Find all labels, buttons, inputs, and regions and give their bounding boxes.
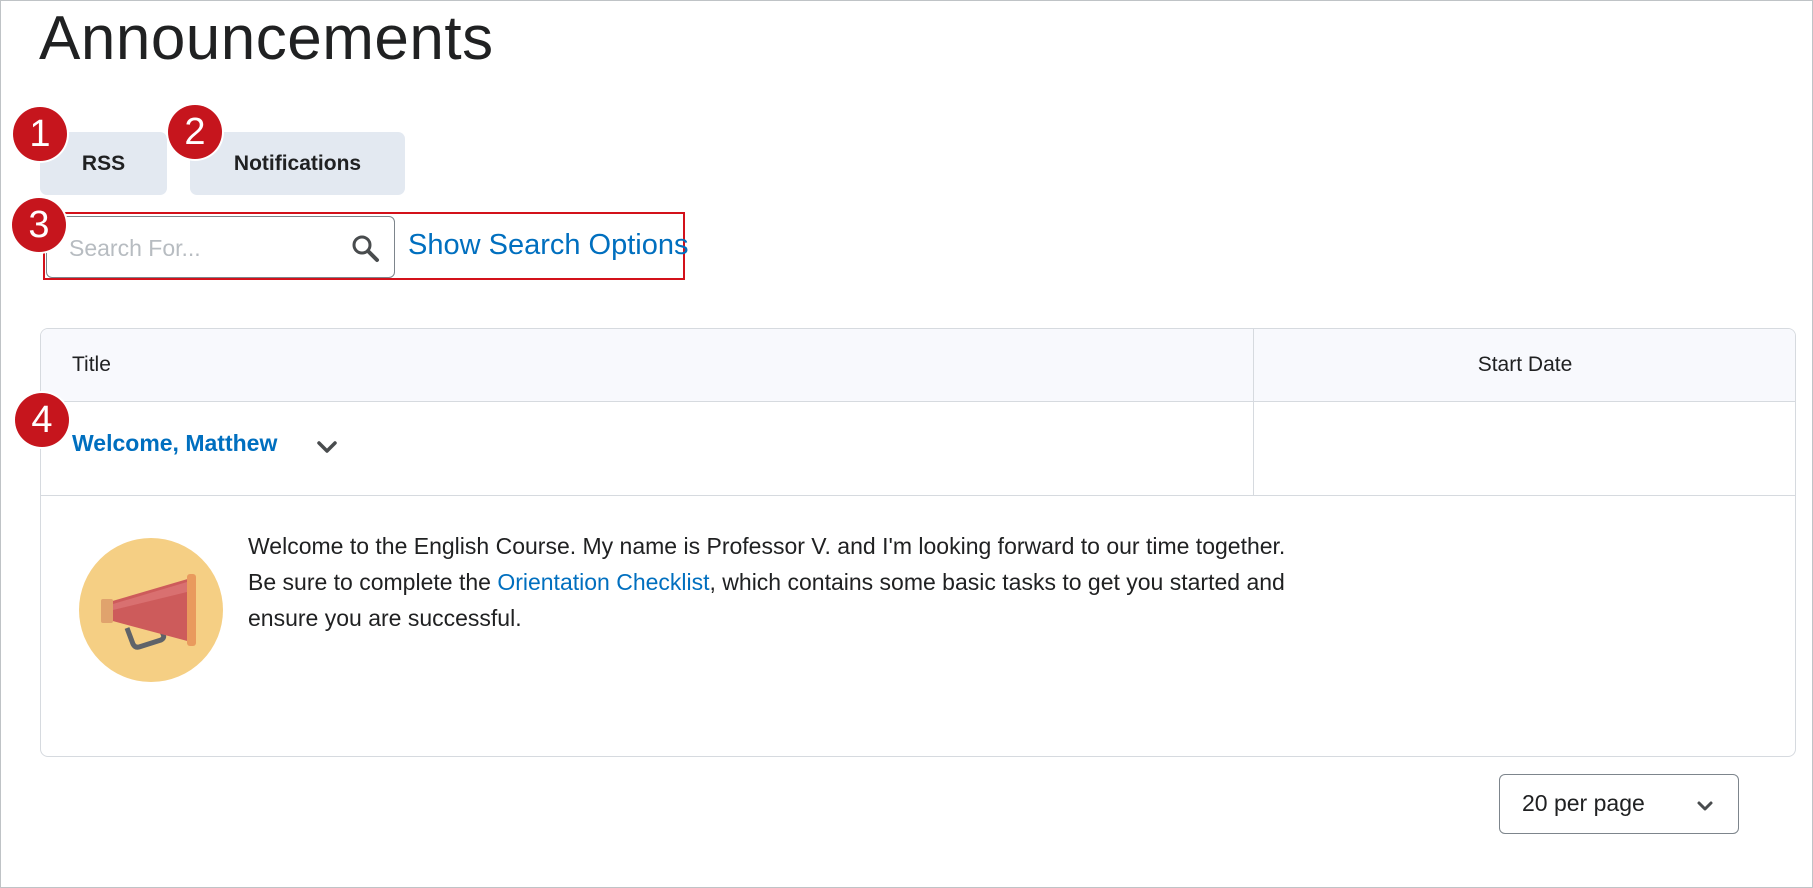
announcements-page: Announcements RSS Notifications Show Sea… bbox=[0, 0, 1813, 888]
callout-badge-3: 3 bbox=[12, 198, 66, 252]
show-search-options-link[interactable]: Show Search Options bbox=[408, 224, 688, 266]
megaphone-icon bbox=[77, 536, 225, 684]
table-row: Welcome, Matthew bbox=[41, 401, 1795, 496]
page-size-select[interactable]: 20 per page bbox=[1499, 774, 1739, 834]
announcement-title-link[interactable]: Welcome, Matthew bbox=[72, 430, 277, 457]
search-icon[interactable] bbox=[350, 233, 380, 263]
callout-badge-4: 4 bbox=[15, 393, 69, 447]
announcement-text: Welcome to the English Course. My name i… bbox=[248, 528, 1298, 636]
notifications-button[interactable]: Notifications bbox=[190, 132, 405, 195]
search-box bbox=[46, 216, 395, 279]
column-header-start-date: Start Date bbox=[1477, 353, 1573, 376]
chevron-down-icon bbox=[1694, 795, 1716, 817]
callout-badge-1: 1 bbox=[13, 107, 67, 161]
chevron-down-icon[interactable] bbox=[309, 429, 345, 465]
search-input[interactable] bbox=[67, 217, 331, 279]
orientation-checklist-link[interactable]: Orientation Checklist bbox=[497, 569, 709, 595]
column-header-title: Title bbox=[72, 353, 111, 376]
announcement-body: Welcome to the English Course. My name i… bbox=[41, 496, 1795, 756]
table-header: Title Start Date bbox=[41, 329, 1795, 402]
page-title: Announcements bbox=[39, 4, 494, 73]
announcements-table: Title Start Date Welcome, Matthew Welcom… bbox=[40, 328, 1796, 757]
callout-badge-2: 2 bbox=[168, 105, 222, 159]
page-size-label: 20 per page bbox=[1522, 790, 1645, 816]
